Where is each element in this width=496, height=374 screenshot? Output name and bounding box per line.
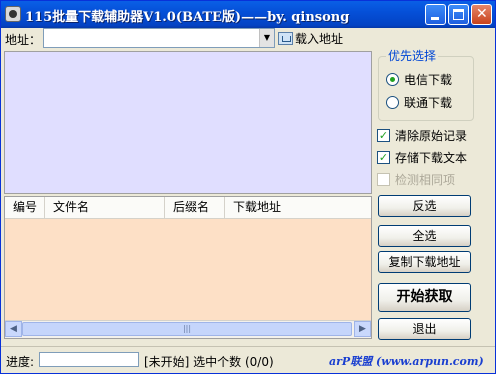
chevron-down-icon[interactable]: ▼ (259, 29, 274, 47)
column-header-extension[interactable]: 后缀名 (165, 197, 225, 218)
load-icon (278, 31, 293, 45)
minimize-icon (431, 17, 439, 20)
select-all-button[interactable]: 全选 (378, 225, 471, 247)
maximize-button[interactable] (448, 4, 469, 25)
radio-telecom-label: 电信下载 (404, 73, 453, 87)
address-label: 地址： (5, 33, 42, 47)
copy-download-url-button[interactable]: 复制下载地址 (378, 251, 471, 273)
check-clear-records[interactable]: ✓ 清除原始记录 (377, 127, 467, 144)
check-detect-duplicates-box (377, 173, 390, 186)
app-icon[interactable] (5, 6, 21, 22)
column-header-download-url[interactable]: 下载地址 (225, 197, 371, 218)
progress-bar (39, 352, 139, 367)
status-text: [未开始] 选中个数 (0/0) (144, 355, 274, 369)
radio-unicom-button[interactable] (386, 96, 399, 109)
exit-button[interactable]: 退出 (378, 318, 471, 340)
list-header: 编号 文件名 后缀名 下载地址 (5, 197, 371, 219)
status-separator (1, 346, 495, 347)
close-button[interactable]: ✕ (471, 4, 492, 25)
scroll-right-icon[interactable]: ▶ (354, 321, 371, 337)
priority-group-title: 优先选择 (386, 47, 439, 64)
window-title: 115批量下载辅助器V1.0(BATE版)——by. qinsong (25, 10, 350, 25)
check-clear-records-box[interactable]: ✓ (377, 129, 390, 142)
check-clear-records-label: 清除原始记录 (395, 129, 468, 143)
radio-unicom-label: 联通下载 (404, 96, 453, 110)
column-header-id[interactable]: 编号 (5, 197, 45, 218)
log-area[interactable] (4, 51, 372, 194)
radio-telecom[interactable]: 电信下载 (386, 71, 452, 88)
column-header-filename[interactable]: 文件名 (45, 197, 165, 218)
radio-telecom-button[interactable] (386, 73, 399, 86)
scroll-left-icon[interactable]: ◀ (5, 321, 22, 337)
load-address-button[interactable]: 载入地址 (278, 29, 343, 47)
minimize-button[interactable] (425, 4, 446, 25)
main-window: 115批量下载辅助器V1.0(BATE版)——by. qinsong ✕ 地址：… (0, 0, 496, 374)
invert-selection-button[interactable]: 反选 (378, 195, 471, 217)
check-save-text-label: 存储下载文本 (395, 151, 468, 165)
progress-label: 进度: (6, 355, 35, 369)
check-save-text[interactable]: ✓ 存储下载文本 (377, 149, 467, 166)
load-address-label: 载入地址 (295, 31, 344, 46)
check-save-text-box[interactable]: ✓ (377, 151, 390, 164)
start-fetch-button[interactable]: 开始获取 (378, 283, 471, 312)
radio-unicom[interactable]: 联通下载 (386, 94, 452, 111)
check-detect-duplicates: 检测相同项 (377, 171, 455, 188)
address-combobox[interactable]: ▼ (43, 28, 275, 48)
title-bar[interactable]: 115批量下载辅助器V1.0(BATE版)——by. qinsong ✕ (1, 1, 495, 28)
priority-group (378, 56, 474, 121)
check-detect-duplicates-label: 检测相同项 (395, 173, 456, 187)
file-list[interactable]: 编号 文件名 后缀名 下载地址 ◀ ||| ▶ (4, 196, 372, 339)
scroll-thumb[interactable]: ||| (22, 322, 352, 336)
maximize-icon (453, 9, 464, 20)
horizontal-scrollbar[interactable]: ◀ ||| ▶ (5, 320, 371, 338)
brand-link[interactable]: arP联盟 (www.arpun.com) (329, 353, 484, 369)
close-icon: ✕ (476, 6, 488, 22)
